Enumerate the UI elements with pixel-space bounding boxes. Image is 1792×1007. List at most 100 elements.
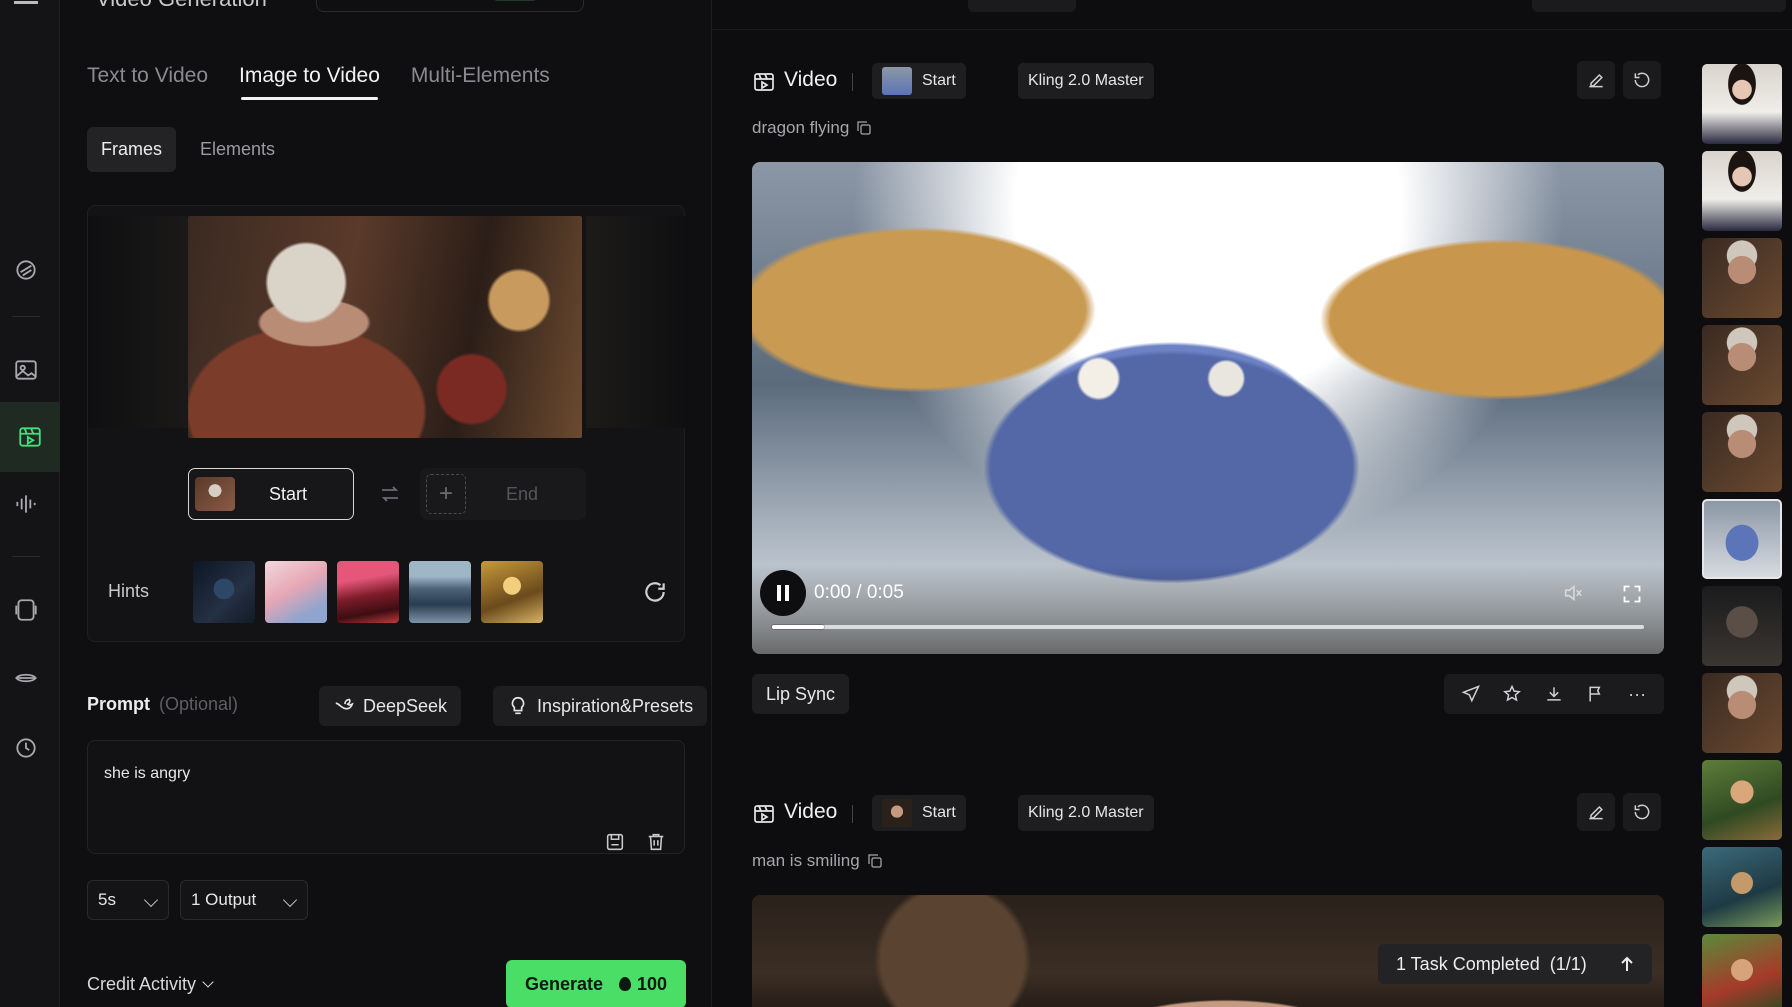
prompt-header: Prompt (Optional) DeepSeek Inspiration&P… [87, 686, 708, 726]
history-thumb[interactable] [1702, 760, 1782, 840]
tab-text-to-video[interactable]: Text to Video [87, 60, 208, 100]
video-player[interactable]: 0:00 / 0:05 [752, 162, 1664, 654]
hint-thumb-eagle[interactable] [193, 561, 255, 623]
star-icon[interactable] [1501, 683, 1523, 705]
player-controls-overlay [752, 564, 1664, 654]
preview-blur-left [88, 216, 188, 428]
rail-divider [12, 556, 40, 557]
outputs-select[interactable]: 1 Output [180, 880, 308, 920]
history-thumb-selected[interactable] [1702, 499, 1782, 579]
start-frame-tag-thumb [882, 67, 912, 95]
delete-prompt-icon[interactable] [645, 831, 667, 853]
prompt-title: Prompt [87, 694, 150, 714]
generate-button[interactable]: Generate 100 [506, 960, 686, 1007]
canvas-icon[interactable] [12, 596, 40, 624]
effects-icon[interactable] [12, 256, 40, 284]
history-thumb[interactable] [1702, 586, 1782, 666]
start-frame-tag[interactable]: Start [872, 795, 966, 831]
edit-button[interactable] [1577, 793, 1615, 831]
history-thumb[interactable] [1702, 325, 1782, 405]
regenerate-button[interactable] [1623, 61, 1661, 99]
history-thumb[interactable] [1702, 673, 1782, 753]
refresh-hints-icon[interactable] [642, 579, 668, 605]
audio-icon[interactable] [12, 490, 40, 518]
credit-activity-label: Credit Activity [87, 974, 197, 994]
deepseek-label: DeepSeek [363, 695, 448, 716]
history-thumb[interactable] [1702, 64, 1782, 144]
progress-fill [772, 625, 825, 629]
video-icon [752, 70, 776, 94]
prompt-text: she is angry [104, 765, 191, 782]
deepseek-button[interactable]: DeepSeek [319, 686, 462, 726]
hint-thumb-castle[interactable] [409, 561, 471, 623]
copy-icon[interactable] [855, 119, 873, 137]
inspiration-presets-button[interactable]: Inspiration&Presets [493, 686, 708, 726]
hint-thumb-figure[interactable] [481, 561, 543, 623]
fullscreen-icon[interactable] [1622, 584, 1642, 604]
mode-tabs: Text to Video Image to Video Multi-Eleme… [87, 60, 581, 100]
tab-image-to-video[interactable]: Image to Video [239, 60, 380, 100]
lip-sync-icon[interactable] [12, 664, 40, 692]
video-gen-icon[interactable] [0, 402, 60, 472]
save-prompt-icon[interactable] [604, 831, 626, 853]
copy-icon[interactable] [866, 852, 884, 870]
start-frame-thumb [195, 477, 235, 511]
duration-select[interactable]: 5s [87, 880, 169, 920]
bulb-icon [511, 696, 525, 715]
left-rail [0, 0, 60, 1007]
subtab-elements[interactable]: Elements [186, 127, 289, 172]
prompt-input[interactable]: she is angry [87, 740, 685, 854]
add-end-frame-icon: + [426, 474, 466, 514]
download-icon[interactable] [1543, 683, 1565, 705]
frames-card: Start + End Hints [87, 205, 686, 642]
frame-subtabs: Frames Elements [87, 127, 289, 172]
history-thumb[interactable] [1702, 412, 1782, 492]
header-divider [852, 805, 853, 823]
edit-icon [1589, 73, 1603, 88]
more-icon[interactable]: ··· [1626, 683, 1648, 705]
end-frame-label: End [506, 483, 539, 504]
start-frame-image[interactable] [188, 216, 582, 438]
history-thumb[interactable] [1702, 151, 1782, 231]
history-thumb[interactable] [1702, 238, 1782, 318]
history-thumb[interactable] [1702, 847, 1782, 927]
top-selector[interactable] [316, 0, 584, 12]
toast-count: (1/1) [1549, 953, 1587, 974]
chevron-down-icon [202, 976, 214, 988]
mute-icon[interactable] [1562, 582, 1584, 604]
inspiration-presets-label: Inspiration&Presets [537, 695, 694, 716]
pause-button[interactable] [760, 570, 806, 616]
start-frame-tag-thumb [882, 799, 912, 827]
progress-track[interactable] [772, 625, 1644, 629]
prompt-optional: (Optional) [159, 694, 239, 714]
video-prompt-text: man is smiling [752, 851, 860, 870]
video-item-header: Video Start Kling 2.0 Master [752, 61, 1664, 101]
end-frame-button[interactable]: + End [420, 468, 586, 520]
start-frame-button[interactable]: Start [188, 468, 354, 520]
history-icon[interactable] [12, 734, 40, 762]
image-gen-icon[interactable] [12, 356, 40, 384]
edit-icon [1589, 805, 1603, 820]
menu-icon[interactable] [14, 0, 38, 4]
hint-thumb-sunset[interactable] [337, 561, 399, 623]
feed-search[interactable] [1532, 0, 1786, 12]
feed-filter[interactable] [968, 0, 1076, 12]
history-thumb[interactable] [1702, 934, 1782, 1007]
tab-multi-elements[interactable]: Multi-Elements [411, 60, 550, 100]
swap-frames-icon[interactable] [378, 482, 402, 506]
lip-sync-button[interactable]: Lip Sync [752, 674, 850, 714]
flag-icon[interactable] [1585, 683, 1607, 705]
credit-activity-toggle[interactable]: Credit Activity [87, 974, 214, 995]
subtab-frames[interactable]: Frames [87, 127, 177, 172]
deepseek-icon [335, 698, 354, 710]
generation-panel: Video Generation Text to Video Image to … [60, 0, 712, 1007]
share-icon[interactable] [1460, 683, 1482, 705]
task-toast[interactable]: 1 Task Completed (1/1) [1378, 944, 1652, 984]
regenerate-button[interactable] [1623, 793, 1661, 831]
arrow-up-icon[interactable] [1620, 956, 1634, 972]
preview-blur-right [586, 216, 686, 428]
hint-thumb-pink[interactable] [265, 561, 327, 623]
chevron-down-icon [282, 892, 298, 908]
start-frame-tag[interactable]: Start [872, 63, 966, 99]
edit-button[interactable] [1577, 61, 1615, 99]
